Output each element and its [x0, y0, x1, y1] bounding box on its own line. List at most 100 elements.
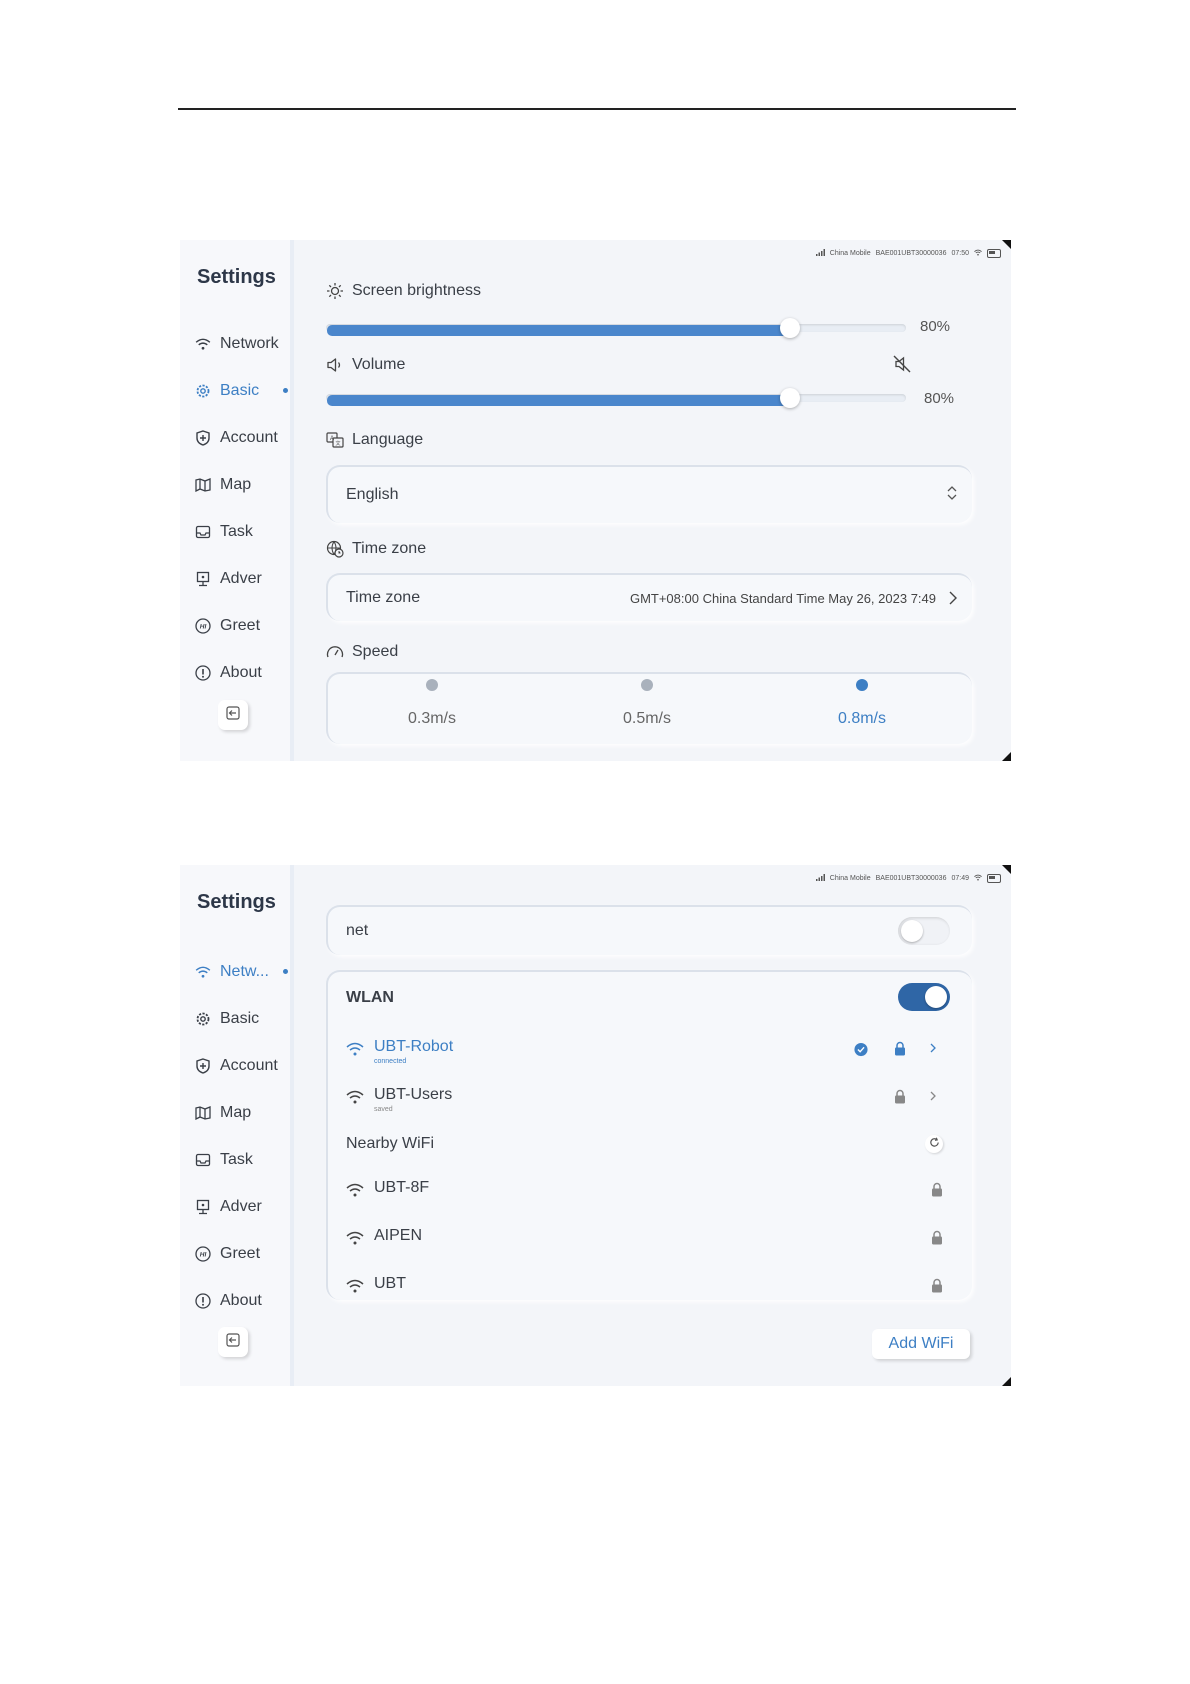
sidebar-item-label: Adver: [220, 1197, 262, 1215]
brightness-section-label: Screen brightness: [326, 282, 481, 300]
sidebar-item-label: About: [220, 663, 262, 681]
exit-icon: [226, 705, 240, 725]
sidebar-item-about[interactable]: About: [195, 649, 290, 696]
refresh-button[interactable]: [925, 1135, 943, 1153]
slider-thumb[interactable]: [780, 388, 800, 408]
nearby-wifi-title: Nearby WiFi: [346, 1135, 435, 1152]
page-top-rule: [178, 108, 1016, 110]
wifi-network-status: connected: [374, 1058, 407, 1065]
wifi-network-row[interactable]: UBT-8F: [346, 1177, 946, 1207]
language-section-label: A文 Language: [326, 431, 423, 449]
speed-option-dot[interactable]: [856, 679, 868, 691]
speed-option-dot[interactable]: [641, 679, 653, 691]
speed-option-label[interactable]: 0.5m/s: [597, 710, 697, 728]
wifi-icon: [195, 964, 211, 980]
sidebar-item-task[interactable]: Task: [195, 508, 290, 555]
language-select[interactable]: English: [326, 465, 972, 523]
app-title: Settings: [197, 266, 276, 288]
exit-button[interactable]: [218, 700, 248, 730]
sidebar: Settings Netw... Basic Account Map Task …: [180, 865, 294, 1386]
sidebar-item-basic[interactable]: Basic: [195, 995, 290, 1042]
gear-icon: [195, 1011, 211, 1027]
toggle-knob: [901, 920, 923, 942]
lock-icon: [930, 1181, 944, 1197]
map-icon: [195, 477, 211, 493]
sidebar-item-label: Basic: [220, 1009, 260, 1027]
sidebar-item-label: Map: [220, 475, 252, 493]
slider-fill: [327, 395, 791, 406]
brightness-label: Screen brightness: [352, 282, 481, 299]
wifi-network-row[interactable]: AIPEN: [346, 1225, 946, 1255]
lock-icon: [893, 1088, 907, 1104]
sidebar-item-network[interactable]: Netw...: [195, 948, 290, 995]
wlan-toggle[interactable]: [898, 983, 950, 1011]
svg-text:文: 文: [335, 440, 340, 447]
volume-slider[interactable]: [326, 388, 906, 408]
timezone-label: Time zone: [352, 540, 427, 557]
hi-icon: HI: [195, 1245, 211, 1262]
speaker-icon: [326, 356, 344, 374]
wifi-network-row[interactable]: UBT-Users saved: [346, 1084, 946, 1114]
sidebar-item-map[interactable]: Map: [195, 1089, 290, 1136]
chevron-right-icon[interactable]: [926, 1040, 940, 1056]
svg-text:HI: HI: [200, 623, 207, 630]
exit-button[interactable]: [218, 1327, 248, 1357]
language-label: Language: [352, 431, 424, 448]
check-circle-icon: [854, 1041, 868, 1057]
sidebar-item-account[interactable]: Account: [195, 414, 290, 461]
sidebar-item-account[interactable]: Account: [195, 1042, 290, 1089]
updown-chevron-icon: [946, 484, 958, 507]
wifi-signal-icon: [346, 1042, 364, 1056]
wifi-network-row[interactable]: UBT: [346, 1273, 946, 1303]
sidebar-item-label: About: [220, 1291, 262, 1309]
svg-text:A: A: [330, 436, 334, 442]
sidebar-item-adver[interactable]: Adver: [195, 1183, 290, 1230]
add-wifi-button[interactable]: Add WiFi: [872, 1329, 970, 1359]
speed-option-label[interactable]: 0.8m/s: [812, 710, 912, 728]
basic-settings-content: Screen brightness 80% Volume 80% A文 Lang…: [326, 240, 986, 761]
svg-text:HI: HI: [200, 1251, 207, 1258]
lock-icon: [930, 1229, 944, 1245]
sidebar-item-greet[interactable]: HI Greet: [195, 1230, 290, 1277]
app-title: Settings: [197, 891, 276, 913]
frame-corner: [1002, 865, 1011, 874]
lock-icon: [893, 1040, 907, 1056]
gear-icon: [195, 383, 211, 399]
sidebar-item-label: Account: [220, 428, 278, 446]
net-toggle[interactable]: [898, 917, 950, 945]
language-selected-value: English: [346, 486, 399, 503]
volume-section-label: Volume: [326, 356, 405, 374]
sidebar-item-network[interactable]: Network: [195, 320, 290, 367]
sidebar-item-greet[interactable]: HI Greet: [195, 602, 290, 649]
slider-thumb[interactable]: [780, 318, 800, 338]
billboard-icon: [195, 571, 211, 587]
sidebar-item-label: Adver: [220, 569, 262, 587]
timezone-row[interactable]: Time zone GMT+08:00 China Standard Time …: [326, 573, 972, 621]
speed-option-dot[interactable]: [426, 679, 438, 691]
billboard-icon: [195, 1199, 211, 1215]
volume-label: Volume: [352, 356, 406, 373]
chevron-right-icon[interactable]: [926, 1088, 940, 1104]
mute-button[interactable]: [892, 354, 912, 374]
sidebar-item-task[interactable]: Task: [195, 1136, 290, 1183]
chevron-right-icon: [948, 590, 958, 611]
sidebar-item-label: Netw...: [220, 962, 269, 980]
wifi-signal-icon: [346, 1279, 364, 1293]
basic-settings-screen: China Mobile BAE001UBT30000036 07:50 Set…: [180, 240, 1011, 761]
wifi-network-name: UBT-8F: [374, 1179, 430, 1196]
sidebar-item-label: Account: [220, 1056, 278, 1074]
sidebar-item-map[interactable]: Map: [195, 461, 290, 508]
speed-section-label: Speed: [326, 643, 398, 661]
speed-selector: 0.3m/s 0.5m/s 0.8m/s: [326, 672, 972, 744]
brightness-slider[interactable]: [326, 318, 906, 338]
globe-clock-icon: [326, 540, 344, 558]
sidebar-item-label: Task: [220, 1150, 253, 1168]
sidebar-item-adver[interactable]: Adver: [195, 555, 290, 602]
sidebar-item-about[interactable]: About: [195, 1277, 290, 1324]
wifi-network-row[interactable]: UBT-Robot connected: [346, 1036, 946, 1066]
sun-icon: [326, 282, 344, 300]
wifi-icon: [195, 336, 211, 352]
speed-option-label[interactable]: 0.3m/s: [382, 710, 482, 728]
sidebar-item-basic[interactable]: Basic: [195, 367, 290, 414]
volume-value: 80%: [924, 390, 955, 407]
